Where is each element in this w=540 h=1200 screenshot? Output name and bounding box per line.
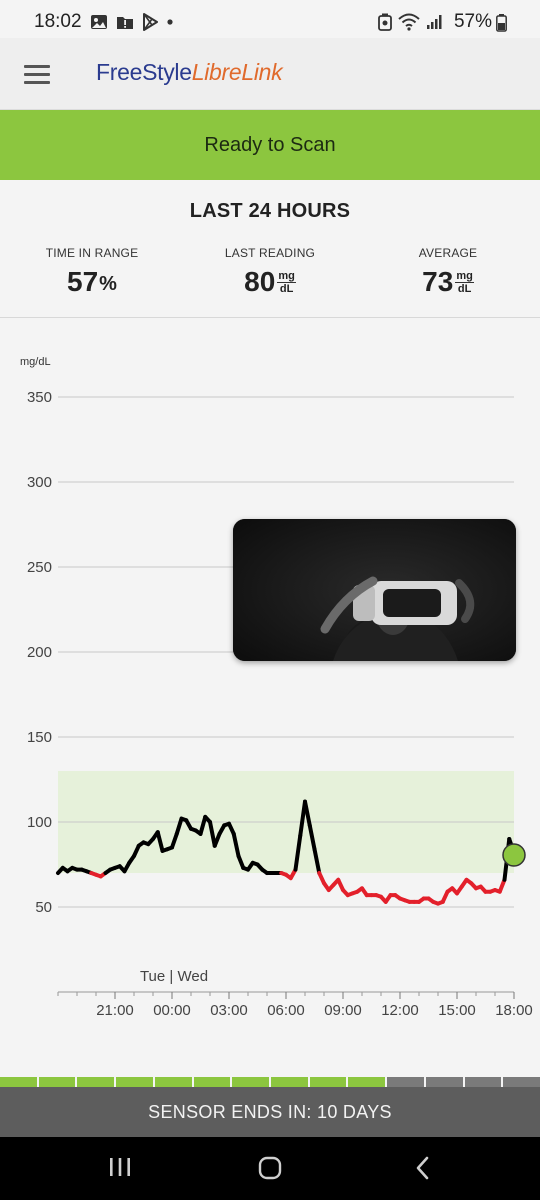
average-stat: AVERAGE 73 mg dL — [358, 246, 538, 298]
last-reading-value: 80 — [244, 266, 276, 297]
sensor-day-segment — [38, 1077, 76, 1087]
unit-mg: mg — [455, 269, 474, 283]
y-tick-label: 50 — [35, 899, 52, 916]
hamburger-menu-icon[interactable] — [24, 65, 50, 84]
mgdl-unit: mg dL — [455, 270, 474, 295]
y-axis-unit-label: mg/dL — [20, 356, 51, 368]
logo-freestyle: FreeStyle — [96, 59, 192, 85]
unit-dl: dL — [457, 282, 472, 295]
status-time: 18:02 — [34, 11, 82, 32]
last-reading-value-group: 80 mg dL — [244, 266, 296, 298]
day-separator-label: Tue | Wed — [140, 968, 208, 985]
average-value: 73 — [422, 266, 454, 297]
sensor-day-segment — [193, 1077, 231, 1087]
y-tick-label: 300 — [27, 474, 52, 491]
x-tick-label: 21:00 — [96, 1002, 134, 1019]
dot-icon — [167, 19, 173, 25]
x-tick-label: 00:00 — [153, 1002, 191, 1019]
system-nav-bar — [0, 1137, 540, 1200]
app-header: FreeStyleLibreLink — [0, 38, 540, 110]
unit-mg: mg — [277, 269, 296, 283]
time-in-range-value: 57 — [67, 266, 99, 297]
y-tick-label: 200 — [27, 644, 52, 661]
battery-percent: 57% — [453, 11, 492, 32]
sensor-day-segment — [309, 1077, 347, 1087]
freestyle-librelink-logo: FreeStyleLibreLink — [96, 59, 283, 86]
percent-unit: % — [99, 273, 117, 295]
x-tick-label: 18:00 — [495, 1002, 533, 1019]
sensor-day-segment — [503, 1077, 540, 1087]
y-tick-label: 100 — [27, 814, 52, 831]
time-in-range-value-group: 57% — [67, 266, 117, 298]
home-icon[interactable] — [257, 1155, 283, 1181]
gallery-icon — [91, 15, 107, 29]
sensor-day-segment — [387, 1077, 424, 1087]
sensor-footer: SENSOR ENDS IN: 10 DAYS — [0, 1087, 540, 1137]
average-label: AVERAGE — [418, 246, 478, 260]
notification-icons — [90, 13, 174, 31]
glucose-chart[interactable]: mg/dL 50 100 150 200 250 300 350 21:00 00:00 03:00… — [0, 330, 540, 1030]
signal-icon — [427, 15, 442, 29]
summary-title: LAST 24 HOURS — [189, 200, 351, 222]
back-icon[interactable] — [412, 1155, 432, 1181]
sensor-day-segment — [348, 1077, 386, 1087]
video-frame — [233, 519, 516, 661]
y-tick-label: 250 — [27, 559, 52, 576]
current-reading-point — [502, 843, 526, 867]
logo-librelink: LibreLink — [191, 59, 283, 85]
sensor-ends-label: SENSOR ENDS IN: 10 DAYS — [148, 1101, 392, 1122]
sensor-day-segment — [116, 1077, 153, 1087]
time-in-range-label: TIME IN RANGE — [45, 246, 139, 260]
scan-banner-label: Ready to Scan — [204, 133, 336, 156]
alert-icon — [117, 17, 133, 29]
sensor-day-segment — [77, 1077, 115, 1087]
unit-dl: dL — [279, 282, 294, 295]
play-store-icon — [143, 13, 158, 31]
average-value-group: 73 mg dL — [422, 266, 474, 298]
app-screen: 18:02 57% FreeStyleLibreLink Ready to Sc… — [0, 0, 540, 1200]
x-tick-label: 06:00 — [267, 1002, 305, 1019]
last-reading-label: LAST READING — [224, 246, 316, 260]
time-in-range-stat: TIME IN RANGE 57% — [2, 246, 182, 298]
mgdl-unit: mg dL — [277, 270, 296, 295]
wifi-icon — [398, 13, 420, 31]
recycle-icon — [378, 13, 392, 31]
sensor-life-progress — [0, 1077, 540, 1087]
sensor-day-segment — [464, 1077, 502, 1087]
ready-to-scan-banner[interactable]: Ready to Scan — [0, 110, 540, 180]
vr-headset-video-thumbnail[interactable] — [233, 519, 516, 661]
x-tick-label: 12:00 — [381, 1002, 419, 1019]
x-tick-label: 15:00 — [438, 1002, 476, 1019]
sensor-day-segment — [271, 1077, 308, 1087]
sensor-day-segment — [154, 1077, 192, 1087]
sensor-day-segment — [425, 1077, 463, 1087]
y-tick-label: 350 — [27, 389, 52, 406]
last-reading-stat: LAST READING 80 mg dL — [180, 246, 360, 298]
battery-icon — [496, 14, 507, 32]
x-tick-label: 09:00 — [324, 1002, 362, 1019]
glucose-chart-svg: mg/dL 50 100 150 200 250 300 350 21:00 00:00 03:00… — [20, 356, 533, 1019]
summary-panel: LAST 24 HOURS TIME IN RANGE 57% LAST REA… — [0, 180, 540, 318]
sensor-day-segment — [232, 1077, 270, 1087]
x-tick-label: 03:00 — [210, 1002, 248, 1019]
sensor-day-segment — [0, 1077, 37, 1087]
recents-icon[interactable] — [108, 1155, 132, 1181]
y-tick-label: 150 — [27, 729, 52, 746]
system-icons — [378, 13, 444, 31]
